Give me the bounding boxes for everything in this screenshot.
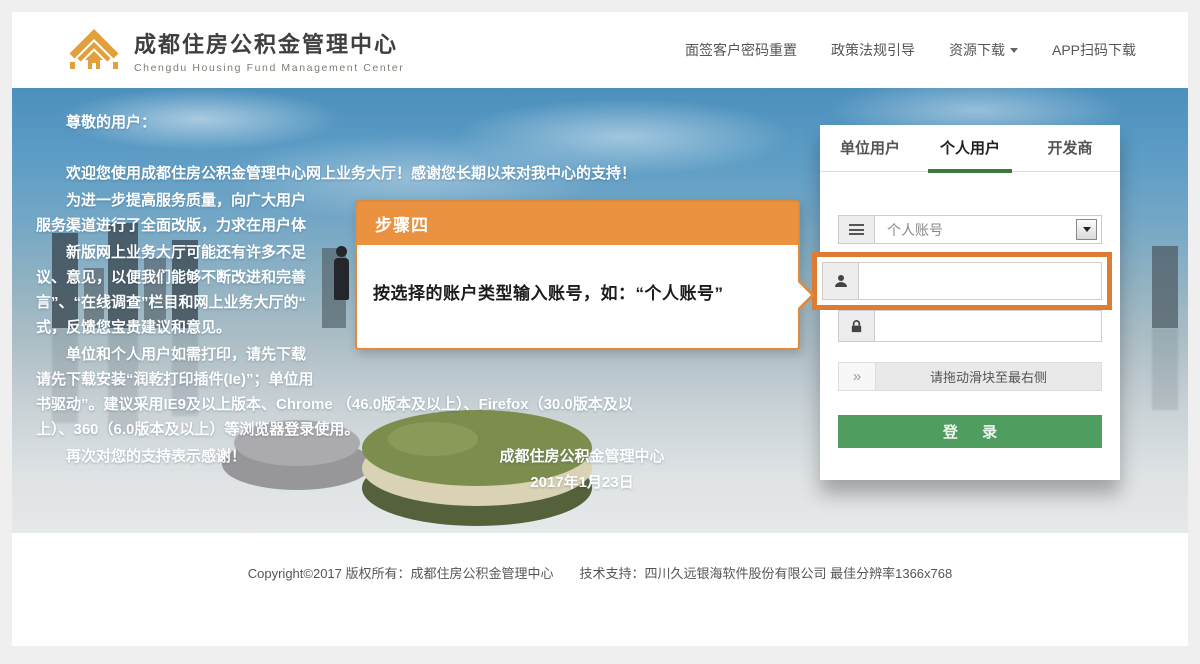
step-tooltip-title: 步骤四 (357, 202, 798, 245)
select-dropdown-button[interactable] (1076, 219, 1097, 240)
nav-policy-guide[interactable]: 政策法规引导 (831, 40, 915, 60)
footer: Copyright©2017 版权所有：成都住房公积金管理中心 技术支持：四川久远… (12, 533, 1188, 646)
user-icon (823, 263, 859, 299)
account-type-select[interactable]: 个人账号 (838, 215, 1102, 244)
letter-line: 上）、360（6.0版本及以上）等浏览器登录使用。 (36, 417, 760, 442)
letter-signature: 成都住房公积金管理中心 2017年1月23日 (452, 444, 712, 496)
chevron-down-icon (1010, 48, 1018, 53)
nav-resource-download[interactable]: 资源下载 (949, 40, 1018, 60)
lock-icon (839, 311, 875, 341)
login-button[interactable]: 登 录 (838, 415, 1102, 448)
login-tabs: 单位用户 个人用户 开发商 (820, 125, 1120, 172)
page: 成都住房公积金管理中心 Chengdu Housing Fund Managem… (12, 12, 1188, 646)
login-panel: 单位用户 个人用户 开发商 个人账号 (820, 125, 1120, 480)
header: 成都住房公积金管理中心 Chengdu Housing Fund Managem… (12, 12, 1188, 88)
footer-copyright: Copyright©2017 版权所有：成都住房公积金管理中心 (248, 566, 554, 581)
brand: 成都住房公积金管理中心 Chengdu Housing Fund Managem… (68, 25, 404, 76)
slider-handle[interactable]: » (839, 363, 876, 390)
nav-app-download[interactable]: APP扫码下载 (1052, 40, 1136, 60)
housing-fund-logo-icon (68, 25, 120, 76)
step-tooltip: 步骤四 按选择的账户类型输入账号，如：“个人账号” (355, 200, 800, 350)
signature-org: 成都住房公积金管理中心 (452, 444, 712, 470)
nav-reset-password[interactable]: 面签客户密码重置 (685, 40, 797, 60)
password-input[interactable] (875, 311, 1101, 341)
tab-unit-user[interactable]: 单位用户 (820, 125, 920, 171)
step-highlight-box (812, 252, 1112, 310)
captcha-slider: » 请拖动滑块至最右侧 (838, 362, 1102, 391)
site-title: 成都住房公积金管理中心 (134, 27, 404, 59)
signature-date: 2017年1月23日 (452, 470, 712, 496)
letter-line: 请先下载安装“润乾打印插件(Ie)”；单位用 (36, 367, 760, 392)
slider-instruction: 请拖动滑块至最右侧 (876, 363, 1101, 390)
step-tooltip-body: 按选择的账户类型输入账号，如：“个人账号” (357, 245, 798, 348)
account-input[interactable] (859, 263, 1101, 299)
menu-icon (839, 216, 875, 243)
tab-personal-user[interactable]: 个人用户 (920, 125, 1020, 171)
letter-line: 书驱动”。建议采用IE9及以上版本、Chrome （46.0版本及以上）、Fir… (36, 392, 760, 417)
banner: 尊敬的用户： 欢迎您使用成都住房公积金管理中心网上业务大厅！感谢您长期以来对我中… (12, 88, 1188, 533)
chevron-down-icon (1083, 227, 1091, 232)
letter-line: 欢迎您使用成都住房公积金管理中心网上业务大厅！感谢您长期以来对我中心的支持！ (36, 161, 760, 186)
top-nav: 面签客户密码重置 政策法规引导 资源下载 APP扫码下载 (685, 40, 1136, 60)
tab-developer[interactable]: 开发商 (1020, 125, 1120, 171)
site-subtitle: Chengdu Housing Fund Management Center (134, 62, 404, 74)
password-row (838, 310, 1102, 342)
account-type-selected-value: 个人账号 (875, 216, 1076, 243)
letter-greeting: 尊敬的用户： (36, 110, 760, 135)
footer-support: 技术支持：四川久远银海软件股份有限公司 最佳分辨率1366x768 (580, 566, 953, 581)
